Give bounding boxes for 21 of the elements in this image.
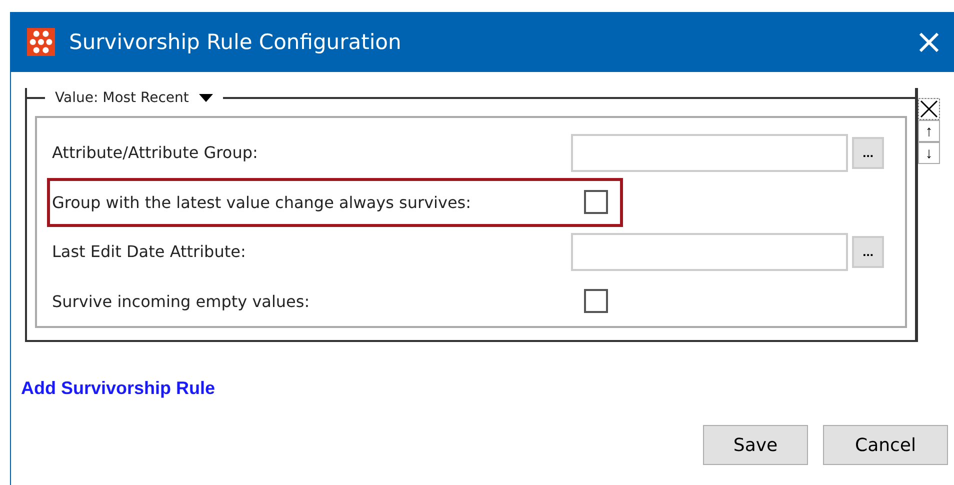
add-rule-link[interactable]: Add Survivorship Rule bbox=[21, 378, 216, 399]
caret-icon[interactable] bbox=[198, 94, 213, 102]
checkbox[interactable] bbox=[584, 289, 608, 314]
checkbox[interactable] bbox=[584, 190, 608, 214]
field-label: Group with the latest value change always survives: bbox=[51, 192, 472, 212]
move-button[interactable]: ↑ bbox=[918, 120, 940, 142]
close-button[interactable]: × bbox=[904, 25, 954, 59]
window-title: Survivorship Rule Configuration bbox=[69, 30, 402, 54]
dialog-button[interactable]: Save bbox=[703, 425, 808, 465]
input-field[interactable] bbox=[570, 134, 848, 172]
field-label: Last Edit Date Attribute: bbox=[51, 242, 247, 262]
browse-button[interactable]: ... bbox=[852, 136, 884, 169]
input-field[interactable] bbox=[570, 232, 848, 271]
field-label: Attribute/Attribute Group: bbox=[51, 143, 259, 162]
browse-button[interactable]: ... bbox=[852, 236, 884, 268]
dialog-button[interactable]: Cancel bbox=[823, 425, 948, 465]
move-button[interactable]: ↓ bbox=[918, 142, 940, 164]
remove-icon[interactable] bbox=[918, 98, 940, 120]
field-label: Survive incoming empty values: bbox=[51, 292, 311, 311]
app-logo-icon bbox=[27, 28, 55, 56]
group-title: Value: Most Recent bbox=[55, 90, 189, 106]
